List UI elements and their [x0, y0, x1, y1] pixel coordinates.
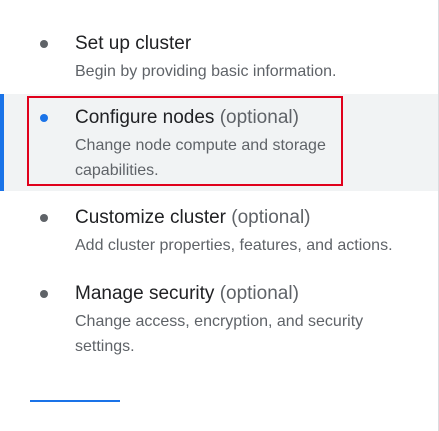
step-title-text: Customize cluster — [75, 207, 226, 228]
highlight-annotation-box — [27, 96, 343, 186]
step-title: Set up cluster — [75, 32, 191, 56]
step-title-text: Set up cluster — [75, 33, 192, 54]
step-optional-tag: (optional) — [231, 207, 311, 228]
step-set-up-cluster[interactable]: Set up cluster Begin by providing basic … — [0, 28, 438, 88]
step-description: Add cluster properties, features, and ac… — [75, 237, 393, 254]
step-customize-cluster[interactable]: Customize cluster (optional) Add cluster… — [0, 200, 438, 264]
step-description: Change access, encryption, and security … — [75, 313, 364, 355]
step-title: Manage security (optional) — [75, 282, 299, 306]
step-manage-security[interactable]: Manage security (optional) Change access… — [0, 276, 438, 366]
step-description: Begin by providing basic information. — [75, 63, 337, 80]
step-dot-icon — [40, 40, 48, 48]
step-dot-icon — [40, 214, 48, 222]
step-optional-tag: (optional) — [219, 283, 299, 304]
step-dot-icon — [40, 290, 48, 298]
active-step-indicator — [0, 94, 4, 191]
button-edge — [30, 400, 120, 402]
step-title: Customize cluster (optional) — [75, 206, 311, 230]
step-title-text: Manage security — [75, 283, 215, 304]
